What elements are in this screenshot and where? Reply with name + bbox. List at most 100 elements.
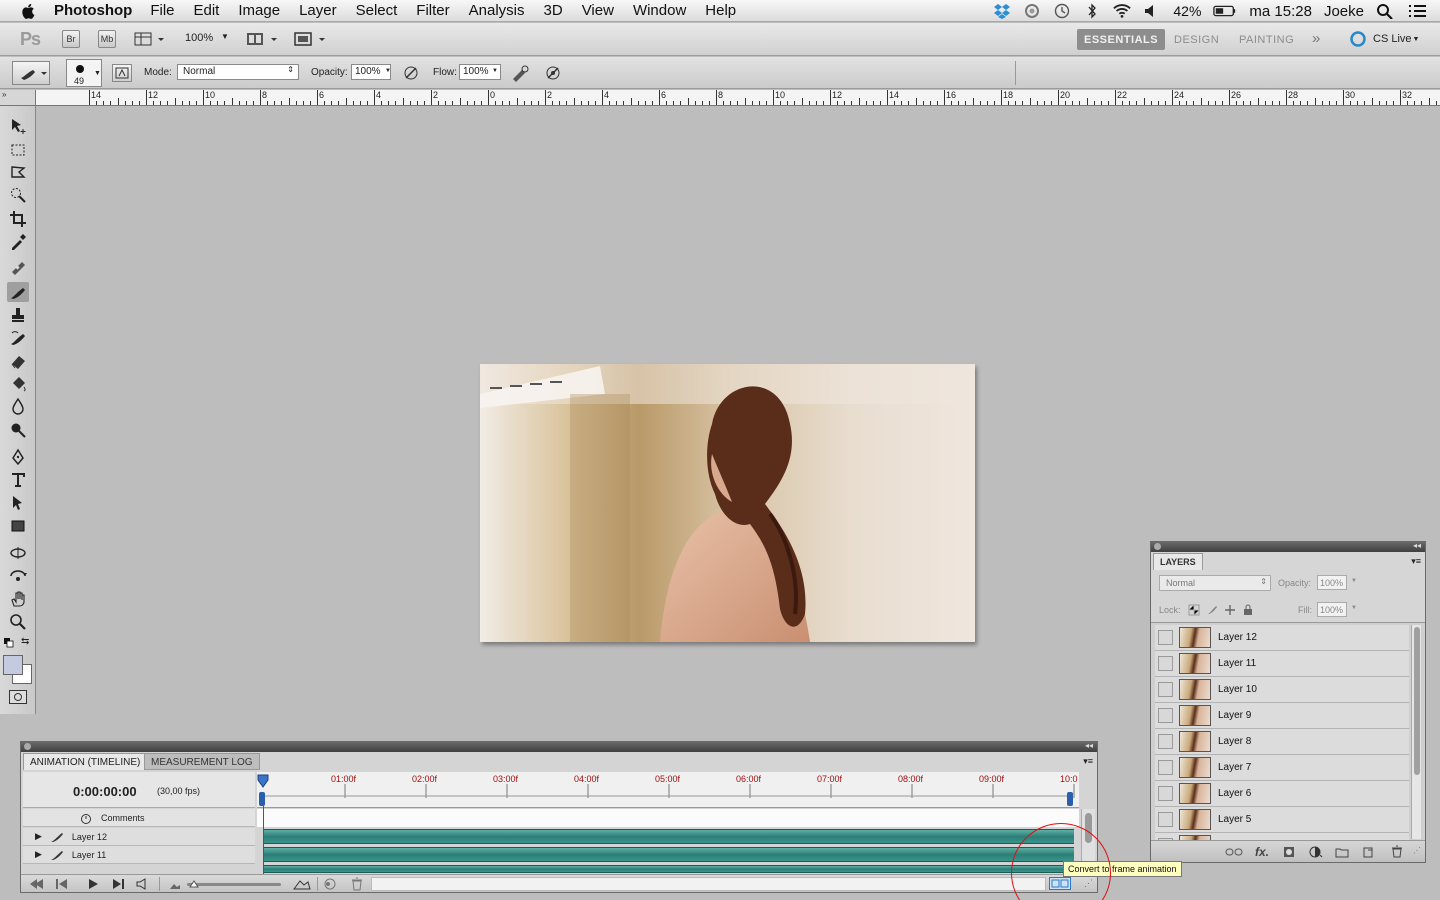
previous-frame-icon[interactable] (55, 878, 69, 890)
delete-layer-icon[interactable] (1391, 845, 1403, 858)
add-layer-style-button[interactable]: fx. (1255, 845, 1269, 859)
arrange-documents-button[interactable] (246, 31, 280, 47)
opacity-slider-icon[interactable]: ▼ (385, 68, 391, 74)
trash-icon[interactable] (351, 877, 363, 891)
new-group-icon[interactable] (1335, 846, 1349, 858)
layer-row[interactable]: ▶ Layer 11 (23, 846, 255, 864)
zoom-tool[interactable] (7, 612, 29, 632)
menu-layer[interactable]: Layer (299, 2, 337, 19)
layer-row[interactable]: ▶ Layer 12 (23, 828, 255, 846)
zoom-out-mountain-icon[interactable] (169, 880, 181, 890)
brush-tool[interactable] (7, 282, 29, 302)
move-tool[interactable] (7, 116, 29, 136)
history-brush-tool[interactable] (7, 328, 29, 348)
expand-triangle-icon[interactable]: ▶ (35, 831, 42, 842)
ruler-corner[interactable]: » (0, 90, 36, 106)
screen-mode-button[interactable] (294, 31, 328, 47)
notification-list-icon[interactable] (1406, 3, 1428, 19)
layer-item[interactable]: Layer 5 (1155, 807, 1409, 833)
3d-orbit-tool[interactable] (7, 566, 29, 586)
layer-visibility-toggle[interactable] (1158, 786, 1173, 801)
playhead-icon[interactable] (257, 774, 269, 788)
dodge-tool[interactable] (7, 420, 29, 440)
menu-3d[interactable]: 3D (544, 2, 563, 19)
type-tool[interactable] (7, 470, 29, 490)
bluetooth-icon[interactable] (1083, 3, 1101, 19)
layers-panel-titlebar[interactable]: ◂◂ (1151, 541, 1425, 552)
paint-bucket-tool[interactable] (7, 374, 29, 394)
hand-tool[interactable] (7, 589, 29, 609)
menu-image[interactable]: Image (238, 2, 280, 19)
lock-position-icon[interactable] (1224, 604, 1236, 616)
layer-item[interactable]: Layer 11 (1155, 651, 1409, 677)
quick-mask-button[interactable] (9, 690, 27, 704)
spot-healing-tool[interactable] (7, 258, 29, 278)
clone-stamp-tool[interactable] (7, 305, 29, 325)
dropbox-icon[interactable] (993, 3, 1011, 19)
timeline-zoom-slider[interactable] (187, 880, 281, 888)
crop-tool[interactable] (7, 209, 29, 229)
lock-transparent-icon[interactable] (1188, 604, 1200, 616)
layer-visibility-toggle[interactable] (1158, 682, 1173, 697)
tween-icon[interactable] (323, 877, 337, 891)
menu-file[interactable]: File (150, 2, 174, 19)
animation-panel-titlebar[interactable]: ◂◂ (21, 741, 1097, 752)
new-layer-icon[interactable] (1363, 846, 1375, 858)
layer-item[interactable]: Layer 10 (1155, 677, 1409, 703)
menu-filter[interactable]: Filter (416, 2, 449, 19)
shape-tool[interactable] (7, 516, 29, 536)
bridge-button[interactable]: Br (62, 30, 80, 48)
layers-panel-collapse-icon[interactable]: ◂◂ (1413, 541, 1421, 550)
layers-panel-close-icon[interactable] (1154, 543, 1161, 550)
menu-window[interactable]: Window (633, 2, 686, 19)
expand-triangle-icon[interactable]: ▶ (35, 849, 42, 860)
view-extras-button[interactable] (134, 31, 166, 47)
layers-scrollbar[interactable] (1411, 625, 1421, 839)
adjustment-layer-icon[interactable] (1309, 846, 1323, 858)
eyedropper-tool[interactable] (7, 232, 29, 252)
layer-visibility-toggle[interactable] (1158, 734, 1173, 749)
layer-visibility-toggle[interactable] (1158, 708, 1173, 723)
layers-blend-select[interactable]: Normal ⇕ (1159, 575, 1271, 591)
layers-tab[interactable]: LAYERS (1153, 553, 1203, 570)
time-machine-icon[interactable] (1053, 3, 1071, 19)
comments-track[interactable] (257, 809, 1079, 827)
path-selection-tool[interactable] (7, 493, 29, 513)
fill-input[interactable]: 100% (1317, 602, 1347, 617)
menu-edit[interactable]: Edit (194, 2, 220, 19)
collapse-panels-icon[interactable]: » (2, 90, 6, 99)
tool-preset-picker[interactable] (12, 61, 50, 85)
brush-panel-button[interactable] (112, 64, 132, 82)
layer-duration-bar[interactable] (264, 847, 1074, 862)
battery-icon[interactable] (1213, 3, 1237, 19)
first-frame-icon[interactable] (29, 878, 45, 890)
tablet-pressure-size-icon[interactable] (544, 64, 562, 82)
time-ruler[interactable]: 01:00f 02:00f 03:00f 04:00f 05:00f 06:00… (257, 772, 1079, 808)
default-colors-button[interactable] (4, 638, 14, 648)
layer-visibility-toggle[interactable] (1158, 656, 1173, 671)
tab-measurement-log[interactable]: MEASUREMENT LOG (144, 753, 260, 770)
layers-resize-grip-icon[interactable]: ⋰ (1413, 846, 1421, 855)
layer-item[interactable]: Layer 12 (1155, 625, 1409, 651)
menu-analysis[interactable]: Analysis (469, 2, 525, 19)
swap-colors-icon[interactable]: ⇆ (21, 636, 29, 647)
layer-visibility-toggle[interactable] (1158, 812, 1173, 827)
audio-icon[interactable] (135, 878, 149, 890)
workspace-essentials[interactable]: ESSENTIALS (1077, 29, 1166, 50)
cs-live-button[interactable]: CS Live ▼ (1349, 29, 1419, 49)
zoom-slider-thumb-icon[interactable] (189, 880, 199, 888)
tablet-pressure-opacity-icon[interactable] (402, 64, 420, 82)
apple-menu-icon[interactable] (20, 2, 38, 20)
user-name[interactable]: Joeke (1324, 3, 1364, 20)
mini-bridge-button[interactable]: Mb (98, 30, 116, 48)
layer-visibility-toggle[interactable] (1158, 630, 1173, 645)
airbrush-icon[interactable] (510, 64, 530, 82)
zoom-dropdown-icon[interactable]: ▼ (221, 32, 229, 41)
layers-scroll-thumb[interactable] (1414, 627, 1420, 775)
layers-opacity-slider-icon[interactable]: ▼ (1351, 578, 1357, 584)
layers-opacity-input[interactable]: 100% (1317, 575, 1347, 590)
layer-duration-bar[interactable] (264, 865, 1074, 873)
layer-item[interactable] (1155, 833, 1409, 840)
layer-item[interactable]: Layer 9 (1155, 703, 1409, 729)
foreground-color-swatch[interactable] (3, 655, 23, 675)
